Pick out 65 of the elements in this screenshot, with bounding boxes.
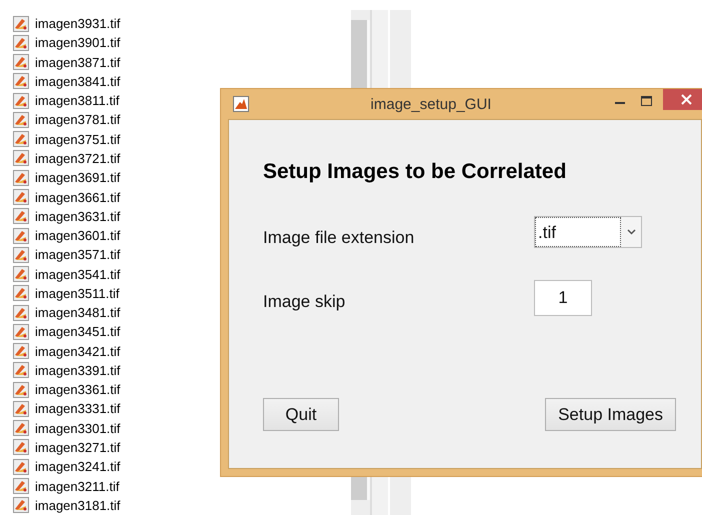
file-name[interactable]: imagen3211.tif [35,478,120,494]
form-heading: Setup Images to be Correlated [263,160,568,184]
file-name[interactable]: imagen3601.tif [35,228,120,244]
image-file-icon [13,54,29,70]
file-name[interactable]: imagen3391.tif [35,362,120,378]
image-file-icon [13,16,29,32]
image-file-icon [13,478,29,494]
file-name[interactable]: imagen3301.tif [35,420,120,436]
file-name[interactable]: imagen3361.tif [35,382,120,398]
image-file-icon [13,131,29,148]
image-file-icon [13,362,29,378]
image-file-icon [13,324,29,340]
caret-icon [626,229,636,235]
file-name[interactable]: imagen3661.tif [35,190,120,205]
image-file-icon [13,400,29,417]
image-file-icon [13,343,29,360]
file-name[interactable]: imagen3721.tif [35,150,120,166]
skip-field[interactable]: 1 [534,280,592,316]
file-name[interactable]: imagen3901.tif [35,35,120,50]
file-name[interactable]: imagen3241.tif [35,459,120,474]
file-name[interactable]: imagen3811.tif [35,93,120,108]
image-file-icon [13,228,29,244]
image-file-icon [13,497,29,514]
image-file-icon [13,246,29,263]
image-file-icon [13,112,29,128]
file-name[interactable]: imagen3421.tif [35,344,120,359]
file-name[interactable]: imagen3541.tif [35,266,120,282]
field-label: Image skip [263,292,346,312]
maximize-icon [640,96,652,106]
file-name[interactable]: imagen3451.tif [35,324,120,340]
file-name[interactable]: imagen3841.tif [35,74,120,89]
image-file-icon [13,266,29,282]
image-file-icon [13,208,29,224]
file-name[interactable]: imagen3631.tif [35,208,120,224]
file-name[interactable]: imagen3481.tif [35,305,120,320]
file-name[interactable]: imagen3781.tif [35,112,120,128]
quit-button[interactable]: Quit [263,398,339,431]
file-name[interactable]: imagen3871.tif [35,54,120,70]
app-icon [233,96,249,112]
image-file-icon [13,285,29,302]
extension-dropdown[interactable]: .tif [534,216,642,248]
file-name[interactable]: imagen3751.tif [35,132,120,147]
image-file-icon [13,73,29,90]
file-name[interactable]: imagen3691.tif [35,170,120,186]
image-file-icon [13,439,29,456]
window-title: image_setup_GUI [370,96,492,113]
image-file-icon [13,170,29,186]
file-name[interactable]: imagen3181.tif [35,498,120,513]
file-name[interactable]: imagen3571.tif [35,247,120,262]
image-file-icon [13,304,29,321]
image-file-icon [13,420,29,436]
image-file-icon [13,150,29,166]
close-icon [681,94,692,105]
file-name[interactable]: imagen3331.tif [35,401,120,416]
close-button[interactable] [663,89,702,110]
file-name[interactable]: imagen3271.tif [35,440,120,455]
image-file-icon [13,34,29,51]
setup-images-button[interactable]: Setup Images [545,398,676,431]
field-label: Image file extension [263,228,416,248]
file-name[interactable]: imagen3931.tif [35,16,120,32]
image-file-icon [13,189,29,206]
image-file-icon [13,382,29,398]
image-file-icon [13,92,29,109]
image-file-icon [13,458,29,475]
file-name[interactable]: imagen3511.tif [35,286,120,301]
